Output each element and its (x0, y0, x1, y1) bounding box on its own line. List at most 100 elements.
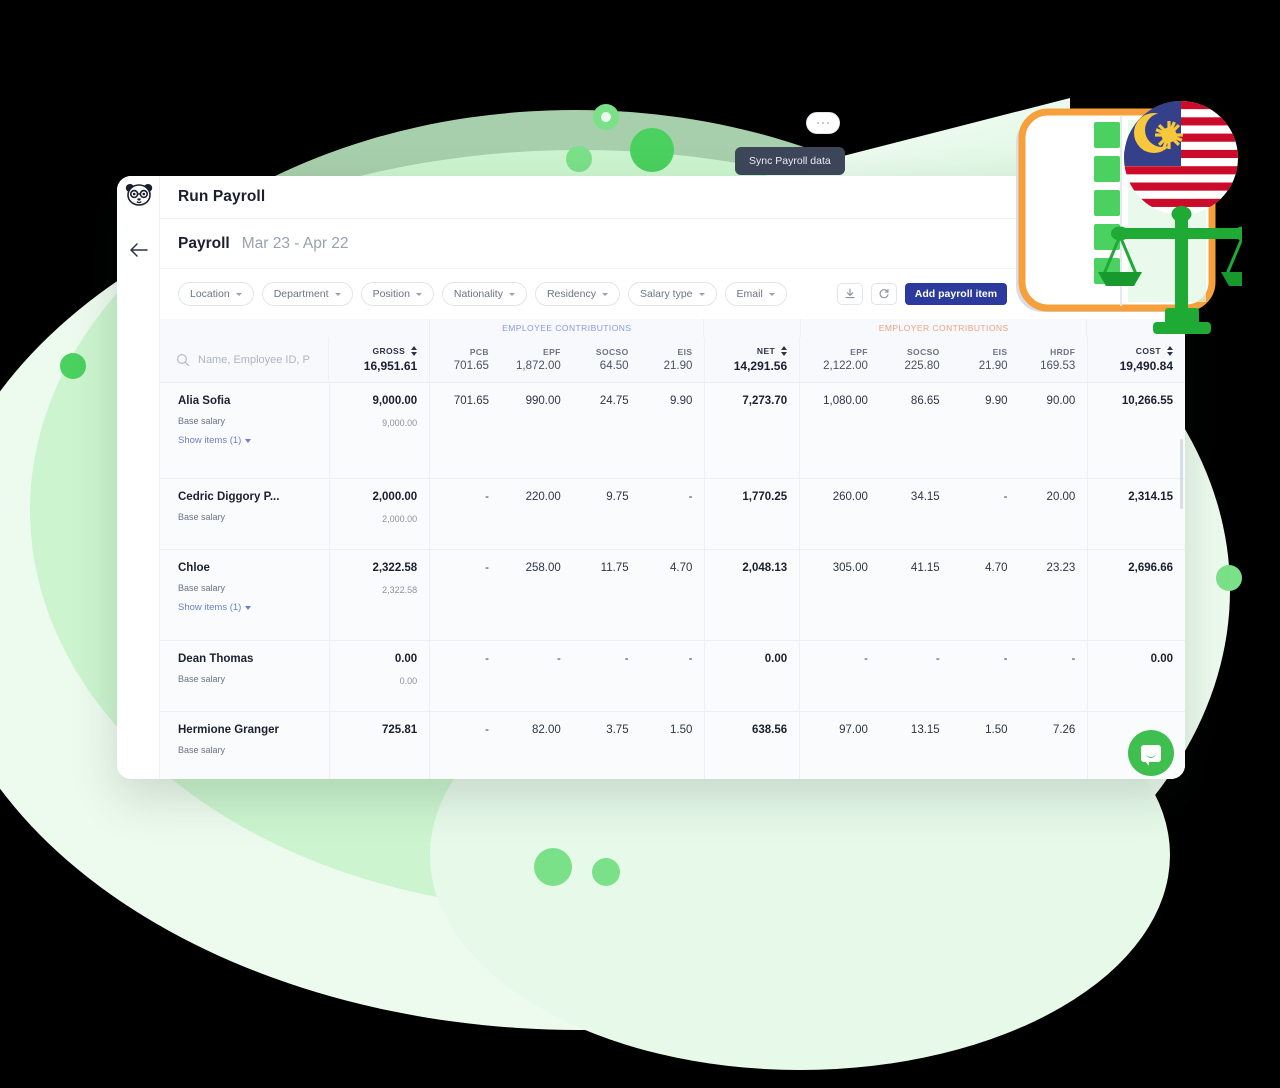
cell-ee-pcb-value: 701.65 (453, 395, 489, 407)
show-items-toggle[interactable]: Show items (1) (178, 435, 317, 446)
column-total-ee-epf: 1,872.00 (516, 360, 561, 372)
left-rail (117, 176, 160, 779)
cell-net-value: 1,770.25 (742, 491, 788, 503)
filter-department[interactable]: Department (261, 282, 353, 306)
base-salary-label: Base salary (178, 583, 226, 593)
cell-ee-epf: - (501, 641, 573, 711)
cell-ee-eis: 4.70 (641, 550, 705, 640)
cell-cost-value: 10,266.55 (1121, 395, 1174, 407)
cell-ee-socso-value: 9.75 (606, 491, 629, 503)
decor-dot-large (630, 128, 674, 172)
filter-department-label: Department (273, 288, 329, 300)
show-items-toggle[interactable]: Show items (1) (178, 602, 317, 613)
cell-er-epf: 305.00 (800, 550, 880, 640)
cell-er-eis-value: - (1003, 491, 1008, 503)
cell-er-hrdf: 7.26 (1020, 712, 1088, 779)
cell-net: 638.56 (704, 712, 801, 779)
column-header-gross[interactable]: GROSS 16,951.61 (329, 337, 429, 382)
cell-gross: 9,000.00 9,000.00 (330, 383, 430, 478)
cell-er-epf-value: 97.00 (839, 724, 868, 736)
cell-gross-value: 9,000.00 (372, 395, 418, 407)
chevron-down-icon (245, 605, 252, 610)
cell-ee-socso: 9.75 (573, 479, 641, 549)
search-cell[interactable] (160, 337, 330, 382)
cell-er-socso-value: 34.15 (910, 491, 940, 503)
filter-position[interactable]: Position (360, 282, 434, 306)
chevron-down-icon (601, 292, 608, 296)
cell-ee-epf: 990.00 (501, 383, 573, 478)
filter-nationality[interactable]: Nationality (441, 282, 527, 306)
cell-gross-value: 725.81 (382, 724, 418, 736)
cell-er-hrdf: 23.23 (1020, 550, 1088, 640)
column-header-net[interactable]: NET 14,291.56 (704, 337, 801, 382)
row-employee-cell[interactable]: Cedric Diggory P... Base salary (160, 479, 330, 549)
cell-base-salary-value: 2,322.58 (382, 585, 418, 595)
cell-ee-pcb-value: - (485, 724, 489, 736)
scrollbar[interactable] (1180, 439, 1183, 509)
cell-ee-socso-value: 11.75 (600, 562, 629, 574)
back-button[interactable] (125, 236, 153, 264)
cell-base-salary-value: 0.00 (399, 676, 418, 686)
cell-base-salary-value: 9,000.00 (382, 418, 418, 428)
decor-dot-small (566, 146, 592, 172)
sort-icon[interactable] (1167, 346, 1174, 356)
filter-location[interactable]: Location (178, 282, 254, 306)
employee-name: Cedric Diggory P... (178, 491, 280, 503)
group-blank-name (160, 319, 330, 337)
filter-salary-type[interactable]: Salary type (627, 282, 717, 306)
table-row[interactable]: Dean Thomas Base salary 0.00 0.00 - - - … (160, 641, 1185, 712)
page-title: Run Payroll (178, 188, 266, 205)
cell-er-socso: 34.15 (880, 479, 952, 549)
cell-er-socso-value: 86.65 (910, 395, 940, 407)
table-row[interactable]: Chloe Base salary Show items (1) 2,322.5… (160, 550, 1185, 641)
cell-cost: 10,266.55 (1087, 383, 1185, 478)
filter-email[interactable]: Email (724, 282, 787, 306)
row-employee-cell[interactable]: Chloe Base salary Show items (1) (160, 550, 330, 640)
chevron-down-icon (245, 438, 252, 443)
cell-ee-epf-value: 258.00 (525, 562, 561, 574)
cell-ee-socso-value: - (624, 653, 629, 665)
decor-dot-left (60, 353, 86, 379)
column-header-cost[interactable]: COST 19,490.84 (1087, 337, 1185, 382)
row-employee-cell[interactable]: Alia Sofia Base salary Show items (1) (160, 383, 330, 478)
download-button[interactable] (836, 283, 863, 305)
cell-ee-pcb-value: - (485, 562, 489, 574)
payroll-period: Mar 23 - Apr 22 (241, 234, 349, 252)
sort-icon[interactable] (411, 346, 418, 356)
cell-ee-pcb-value: - (485, 491, 489, 503)
cell-ee-eis: - (641, 641, 705, 711)
cell-ee-pcb: 701.65 (429, 383, 501, 478)
cell-er-eis-value: 4.70 (985, 562, 1008, 574)
table-row[interactable]: Alia Sofia Base salary Show items (1) 9,… (160, 383, 1185, 479)
table-row[interactable]: Hermione Granger Base salary 725.81 - 82… (160, 712, 1185, 779)
show-items-label: Show items (1) (178, 435, 242, 446)
add-payroll-item-button[interactable]: Add payroll item (904, 283, 1008, 305)
sync-tooltip: Sync Payroll data (735, 147, 845, 175)
cell-ee-pcb: - (429, 550, 501, 640)
ellipsis-dot-icon (821, 121, 825, 125)
sync-button[interactable] (870, 283, 897, 305)
filter-residency[interactable]: Residency (534, 282, 620, 306)
search-input[interactable] (198, 353, 318, 366)
chevron-down-icon (508, 292, 515, 296)
more-options-button[interactable] (806, 112, 840, 134)
base-salary-label: Base salary (178, 416, 226, 426)
sort-icon[interactable] (781, 346, 788, 356)
chevron-down-icon (334, 292, 341, 296)
cell-gross-value: 0.00 (394, 653, 418, 665)
cell-net-value: 7,273.70 (742, 395, 788, 407)
cell-gross-value: 2,322.58 (372, 562, 418, 574)
row-employee-cell[interactable]: Hermione Granger Base salary (160, 712, 330, 779)
filter-position-label: Position (372, 288, 410, 300)
chevron-down-icon (698, 292, 705, 296)
table-row[interactable]: Cedric Diggory P... Base salary 2,000.00… (160, 479, 1185, 550)
column-header-ee-socso: SOCSO 64.50 (573, 337, 641, 382)
cell-er-epf: 1,080.00 (800, 383, 880, 478)
chat-bubble-icon (1141, 744, 1161, 766)
column-header-ee-eis-label: EIS (677, 347, 693, 357)
cell-er-hrdf-value: - (1071, 653, 1076, 665)
download-icon (845, 288, 855, 299)
chat-widget-button[interactable] (1128, 730, 1174, 776)
decor-dot-ring-center (601, 112, 611, 122)
row-employee-cell[interactable]: Dean Thomas Base salary (160, 641, 330, 711)
